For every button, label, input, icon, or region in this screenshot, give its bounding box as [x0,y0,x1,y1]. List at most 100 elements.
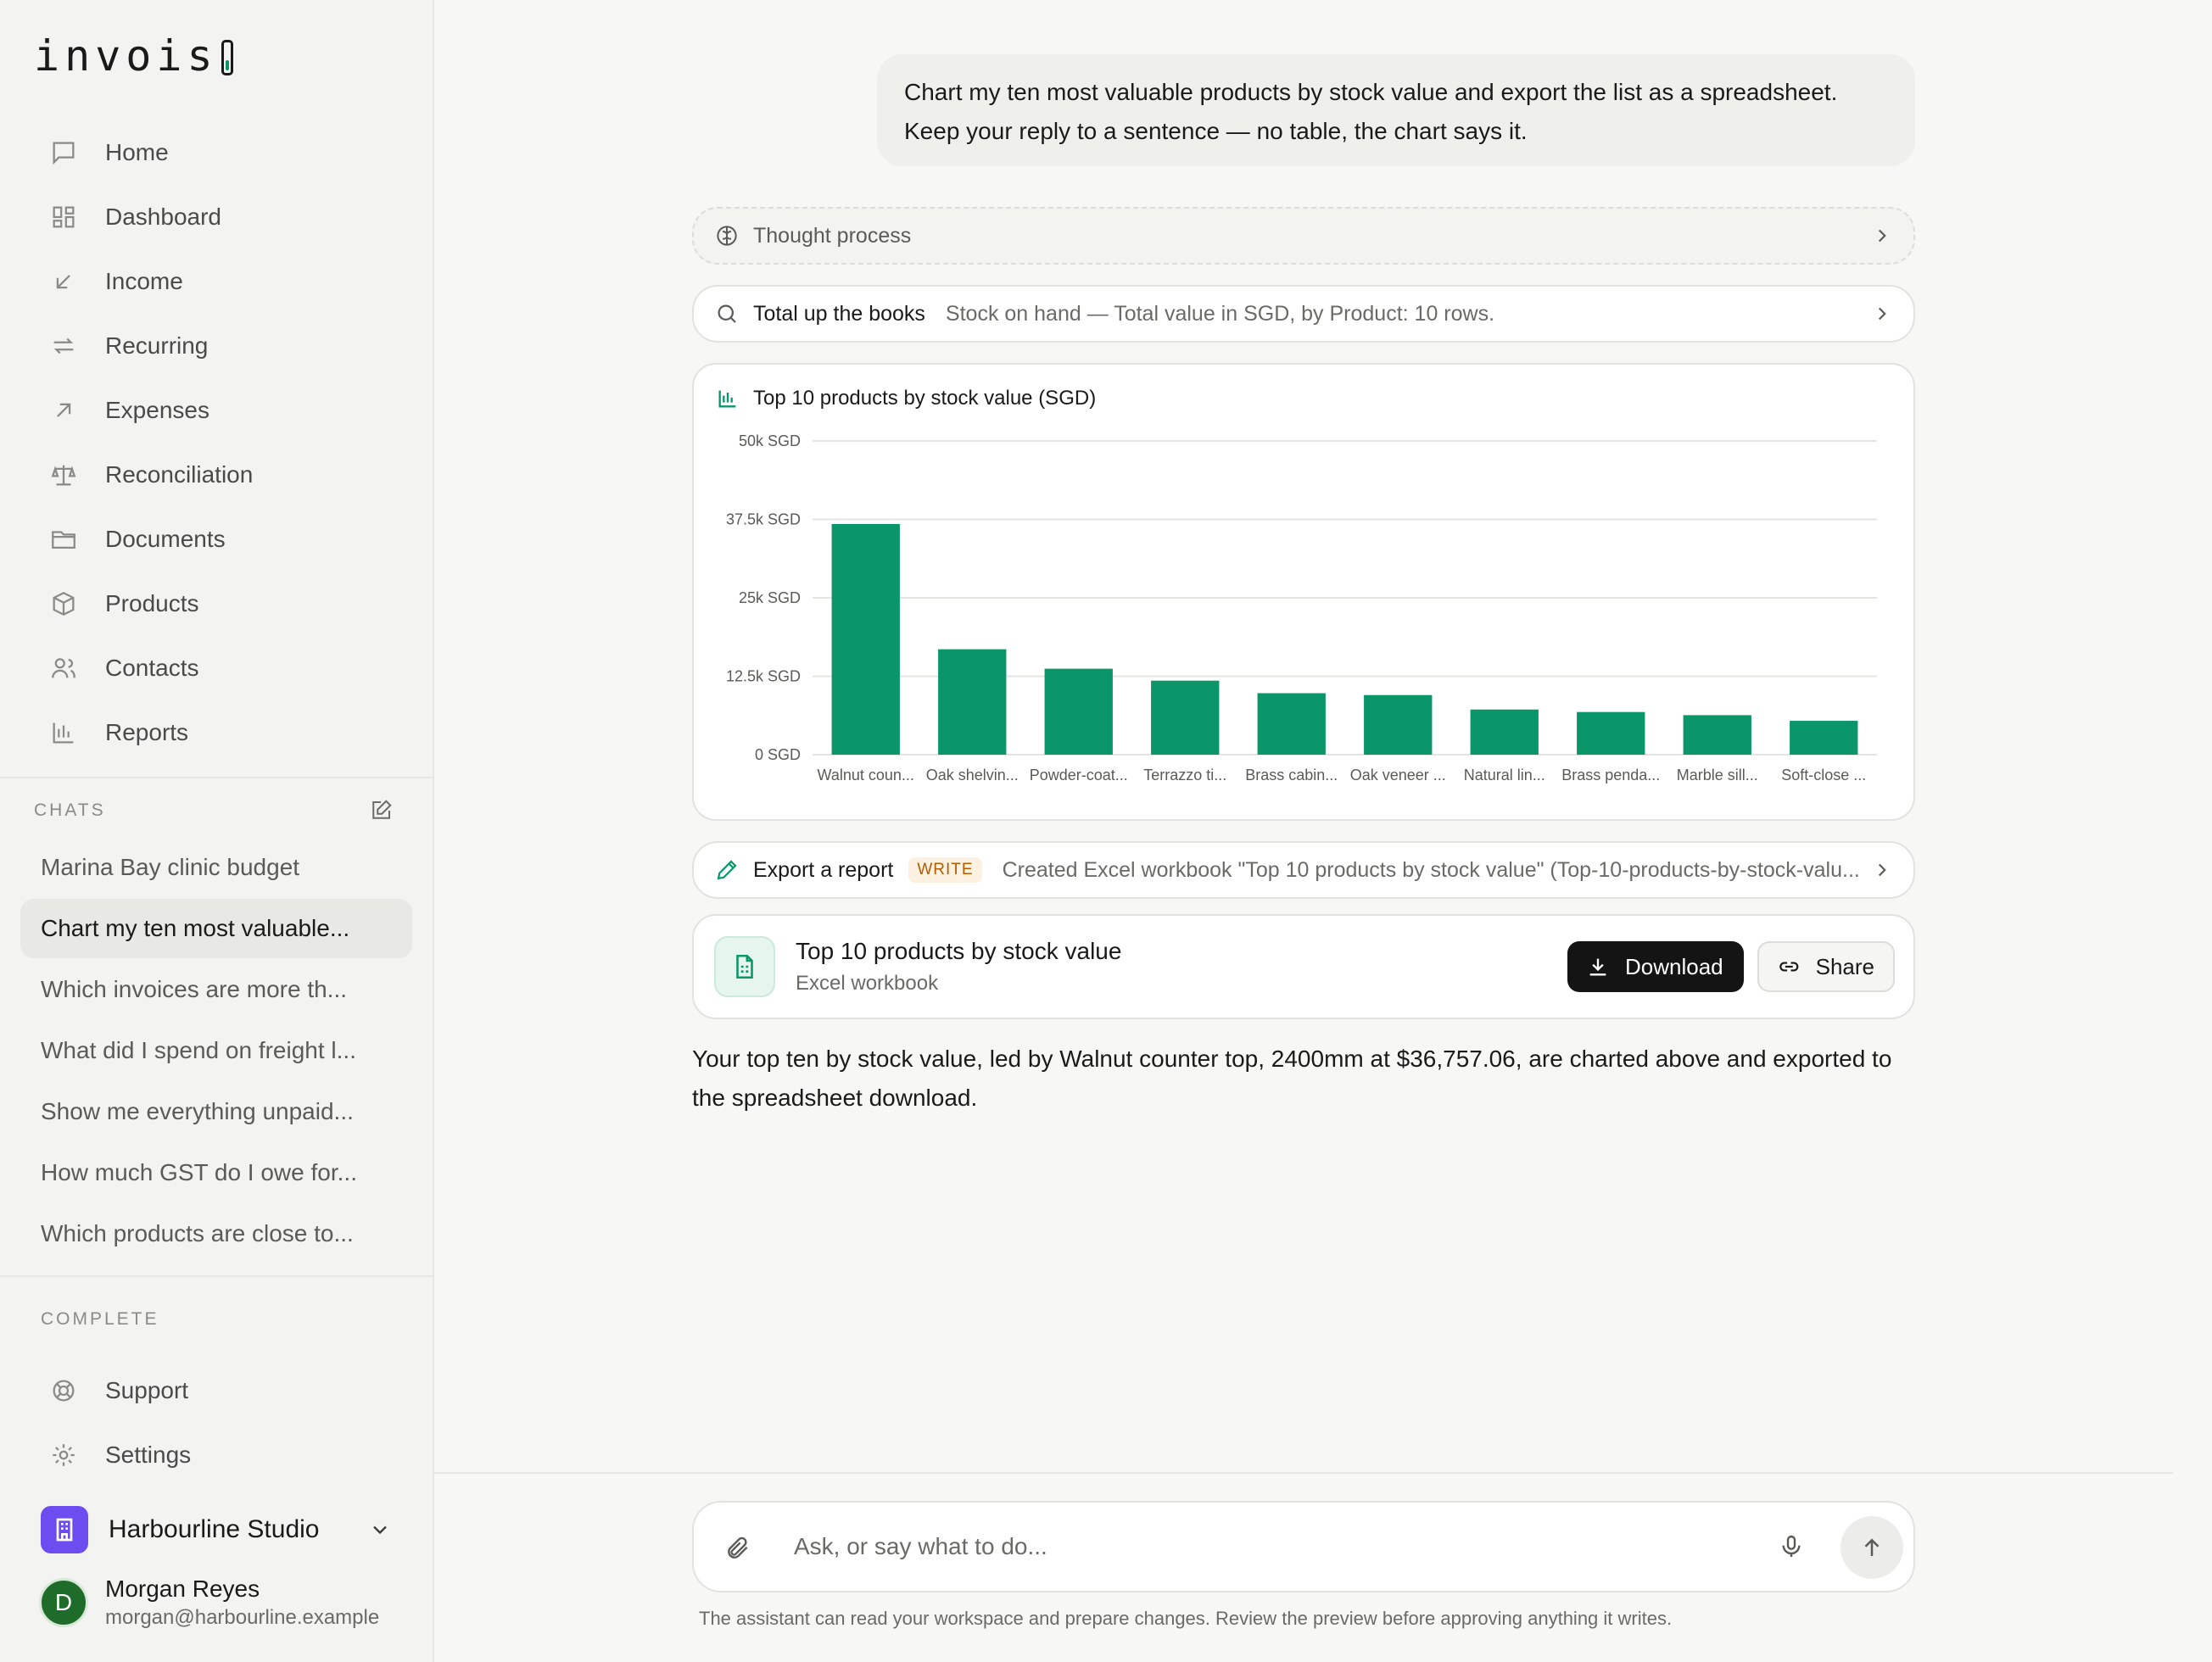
sidebar-divider [0,777,433,778]
arrow-up-icon [1864,1538,1880,1556]
thought-process-toggle[interactable]: Thought process [692,207,1915,265]
bar[interactable] [1364,694,1433,755]
gear-icon [49,1441,78,1470]
bar[interactable] [831,523,900,755]
user-email: morgan@harbourline.example [105,1606,380,1629]
write-badge: WRITE [908,857,982,883]
chat-item[interactable]: Which invoices are more th... [20,960,412,1019]
composer [692,1501,1915,1592]
chart-header: Top 10 products by stock value (SGD) [716,387,1096,410]
tool-title: Total up the books [753,301,925,326]
chat-main: Chart my ten most valuable products by s… [434,0,2212,1662]
thought-label: Thought process [753,223,912,248]
spreadsheet-file-icon [714,936,775,997]
share-button[interactable]: Share [1757,941,1895,992]
assistant-reply: Your top ten by stock value, led by Waln… [692,1046,1892,1111]
nav-item-reconciliation[interactable]: Reconciliation [20,443,414,507]
user-profile[interactable]: D Morgan Reyes morgan@harbourline.exampl… [39,1576,379,1630]
bar[interactable] [938,649,1007,755]
x-tick-label: Brass cabin... [1245,767,1338,784]
nav-item-settings[interactable]: Settings [20,1423,414,1487]
chat-bubble-icon [49,138,78,167]
avatar: D [39,1578,88,1627]
app-logo[interactable]: invois [34,31,233,81]
chat-list: Marina Bay clinic budget Chart my ten mo… [20,838,412,1265]
pencil-icon [714,857,740,883]
nav-item-income[interactable]: Income [20,249,414,314]
chat-item[interactable]: Show me everything unpaid... [20,1082,412,1141]
bar-chart-icon [716,387,740,410]
x-tick-label: Natural lin... [1464,767,1545,784]
composer-divider [434,1472,2173,1474]
bar[interactable] [1790,721,1858,755]
building-icon [41,1506,88,1553]
y-tick-label: 25k SGD [739,589,801,606]
y-tick-label: 37.5k SGD [726,511,801,528]
user-name: Morgan Reyes [105,1576,260,1602]
complete-label: COMPLETE [41,1309,159,1329]
y-tick-label: 0 SGD [755,746,801,763]
x-tick-label: Oak veneer ... [1350,767,1446,784]
nav-item-contacts[interactable]: Contacts [20,636,414,700]
chats-header: CHATS [34,797,394,824]
nav-item-expenses[interactable]: Expenses [20,378,414,443]
tool-detail: Stock on hand — Total value in SGD, by P… [945,301,1495,326]
tool-call-query[interactable]: Total up the books Stock on hand — Total… [692,285,1915,343]
workspace-switcher[interactable]: Harbourline Studio [20,1501,414,1559]
nav-item-support[interactable]: Support [20,1358,414,1423]
chevron-right-icon [1871,225,1893,247]
tool-detail: Created Excel workbook "Top 10 products … [1002,857,1860,882]
x-tick-label: Brass penda... [1561,767,1660,784]
brain-icon [714,223,740,248]
microphone-icon[interactable] [1778,1533,1805,1560]
workspace-name: Harbourline Studio [109,1515,320,1543]
nav-label: Expenses [105,397,209,423]
x-tick-label: Walnut coun... [818,767,914,784]
nav-item-reports[interactable]: Reports [20,700,414,765]
chat-item[interactable]: Marina Bay clinic budget [20,838,412,897]
y-tick-label: 50k SGD [739,432,801,449]
bar[interactable] [1577,711,1645,755]
x-tick-label: Powder-coat... [1030,767,1128,784]
nav-item-products[interactable]: Products [20,572,414,636]
chat-item[interactable]: What did I spend on freight l... [20,1021,412,1080]
search-icon [714,301,740,326]
nav-label: Reconciliation [105,461,254,488]
bar[interactable] [1257,693,1326,755]
message-input[interactable] [794,1523,1727,1570]
download-label: Download [1625,953,1723,979]
users-icon [49,654,78,683]
file-attachment: Top 10 products by stock value Excel wor… [692,914,1915,1019]
x-tick-label: Soft-close ... [1781,767,1866,784]
nav-label: Documents [105,526,226,552]
x-tick-label: Marble sill... [1677,767,1758,784]
bar[interactable] [1151,680,1220,755]
bar[interactable] [1683,715,1751,755]
dashboard-icon [49,203,78,231]
new-chat-icon[interactable] [368,798,394,823]
send-button[interactable] [1841,1516,1903,1579]
nav-label: Products [105,590,199,616]
nav-item-recurring[interactable]: Recurring [20,314,414,378]
tool-call-export[interactable]: Export a report WRITE Created Excel work… [692,841,1915,899]
tool-title: Export a report [753,857,894,882]
chart-card: 0 SGD 12.5k SGD 25k SGD 37.5k SGD 50k SGD Wal… [692,363,1915,821]
chat-item[interactable]: Which products are close to... [20,1204,412,1263]
chevron-right-icon [1871,859,1893,881]
chat-item-active[interactable]: Chart my ten most valuable... [20,899,412,958]
nav-label: Reports [105,719,189,745]
lifebuoy-icon [49,1376,78,1405]
chat-item[interactable]: How much GST do I owe for... [20,1143,412,1202]
arrow-down-left-icon [49,267,78,296]
chevron-right-icon [1871,303,1893,325]
bar[interactable] [1470,709,1539,755]
bottom-nav: Support Settings [20,1358,414,1487]
nav-label: Home [105,139,169,165]
nav-item-home[interactable]: Home [20,120,414,185]
nav-item-documents[interactable]: Documents [20,507,414,572]
paperclip-icon[interactable] [724,1535,751,1562]
nav-label: Dashboard [105,204,221,230]
bar[interactable] [1044,668,1113,755]
nav-item-dashboard[interactable]: Dashboard [20,185,414,249]
download-button[interactable]: Download [1567,941,1744,992]
